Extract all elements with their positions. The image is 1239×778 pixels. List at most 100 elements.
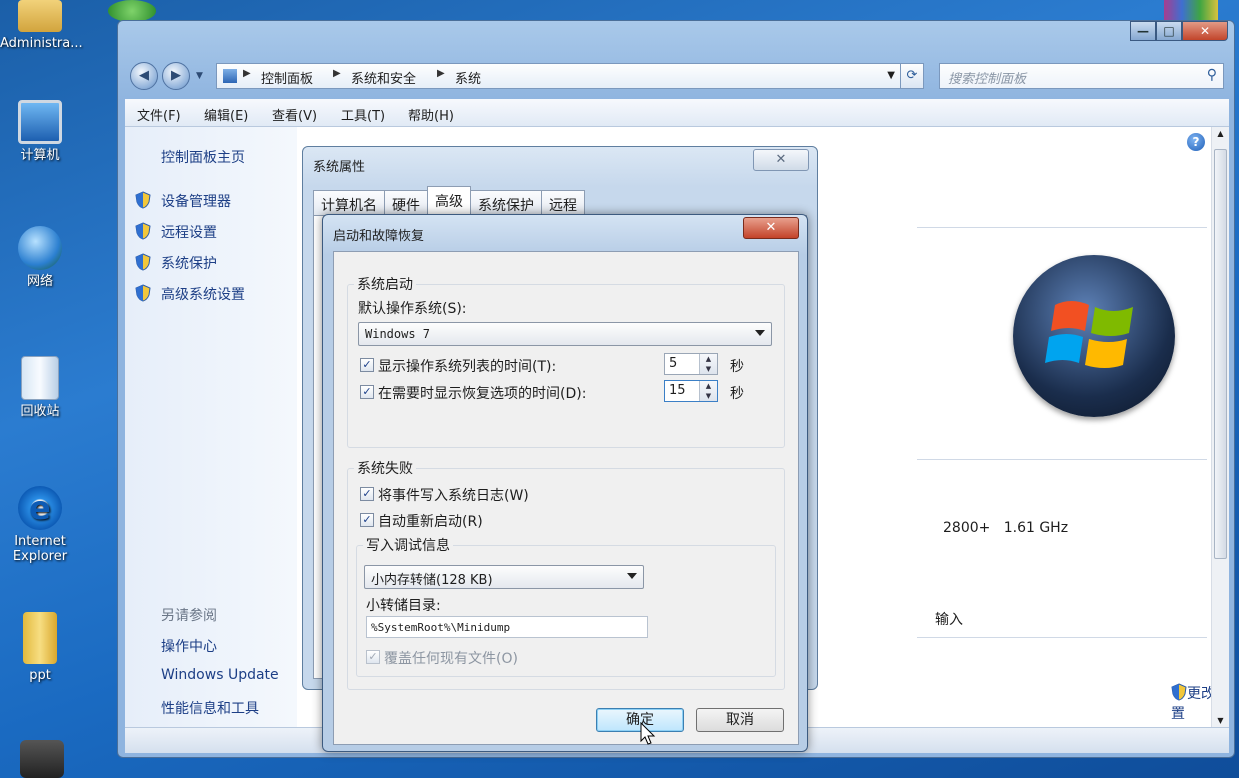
cancel-button[interactable]: 取消 [696,708,784,732]
write-event-label: 将事件写入系统日志(W) [378,488,529,504]
tab-system-protection[interactable]: 系统保护 [470,190,542,216]
debug-info-select[interactable]: 小内存转储(128 KB) [364,565,644,589]
shield-icon [135,191,151,209]
shield-icon [135,222,151,240]
desktop-icon-label: ppt [29,668,51,683]
seconds-unit: 秒 [730,386,744,402]
dialog-body: 系统启动 默认操作系统(S): Windows 7 ✓ 显示操作系统列表的时间(… [333,251,799,745]
input-text-fragment: 输入 [935,612,963,628]
link-advanced-system-settings[interactable]: 高级系统设置 [161,284,245,304]
close-button[interactable]: ✕ [753,149,809,171]
search-input[interactable]: 搜索控制面板 ⚲ [939,63,1224,89]
menu-bar: 文件(F) 编辑(E) 查看(V) 工具(T) 帮助(H) [125,99,1229,127]
auto-restart-label: 自动重新启动(R) [378,514,483,530]
tab-computer-name[interactable]: 计算机名 [313,190,385,216]
spin-up-icon[interactable]: ▲ [700,354,717,364]
desktop-icon-computer[interactable]: 计算机 [0,100,80,163]
breadcrumb-separator-icon[interactable]: ▶ [437,68,445,79]
link-remote-settings[interactable]: 远程设置 [161,222,217,242]
chevron-down-icon [627,573,637,579]
tab-advanced[interactable]: 高级 [427,186,471,216]
tab-hardware[interactable]: 硬件 [384,190,428,216]
divider [917,459,1207,460]
dialog-title: 启动和故障恢复 [333,229,425,244]
overwrite-checkbox[interactable]: ✓ [366,650,380,664]
network-globe-icon [18,226,62,270]
menu-file[interactable]: 文件(F) [137,105,181,124]
address-bar[interactable]: ▶ 控制面板 ▶ 系统和安全 ▶ 系统 ▼ [216,63,902,89]
menu-view[interactable]: 查看(V) [272,105,317,124]
breadcrumb-control-panel[interactable]: 控制面板 [261,68,313,87]
menu-tools[interactable]: 工具(T) [341,105,385,124]
forward-button[interactable]: ▶ [162,62,190,90]
debug-info-value: 小内存转储(128 KB) [371,573,493,588]
link-performance-info[interactable]: 性能信息和工具 [161,698,259,718]
breadcrumb-system-security[interactable]: 系统和安全 [351,68,416,87]
winrar-icon[interactable] [1164,0,1218,20]
camera-icon[interactable] [20,740,64,778]
menu-edit[interactable]: 编辑(E) [204,105,248,124]
default-os-value: Windows 7 [365,327,431,341]
close-button[interactable]: ✕ [1182,21,1228,41]
link-device-manager[interactable]: 设备管理器 [161,191,231,211]
show-recovery-value[interactable]: 15 [669,383,686,398]
show-os-list-spinner[interactable]: 5 ▲ ▼ [664,353,718,375]
help-icon[interactable]: ? [1187,133,1205,151]
show-recovery-checkbox[interactable]: ✓ [360,385,374,399]
spinner-buttons[interactable]: ▲ ▼ [699,381,717,401]
desktop-icon-administrator[interactable]: Administra... [0,0,83,51]
close-button[interactable]: ✕ [743,217,799,239]
spin-up-icon[interactable]: ▲ [700,381,717,391]
desktop-icon-internet-explorer[interactable]: e Internet Explorer [0,486,80,564]
spin-down-icon[interactable]: ▼ [700,364,717,374]
show-os-list-checkbox[interactable]: ✓ [360,358,374,372]
task-pane: 控制面板主页 设备管理器 远程设置 系统保护 高级系统设置 另请参阅 操作中心 … [125,127,297,727]
window-controls: — □ ✕ [1130,21,1228,41]
dump-dir-field[interactable]: %SystemRoot%\Minidump [366,616,648,638]
menu-help[interactable]: 帮助(H) [408,105,454,124]
default-os-select[interactable]: Windows 7 [358,322,772,346]
desktop-icon-recycle-bin[interactable]: 回收站 [0,356,80,419]
show-recovery-spinner[interactable]: 15 ▲ ▼ [664,380,718,402]
desktop-icon-label: 回收站 [20,404,60,419]
breadcrumb-separator-icon[interactable]: ▶ [333,68,341,79]
write-event-checkbox[interactable]: ✓ [360,487,374,501]
partial-desktop-icon[interactable] [108,0,156,22]
link-windows-update[interactable]: Windows Update [161,667,279,683]
back-button[interactable]: ◀ [130,62,158,90]
navigation-bar: ◀ ▶ ▼ ▶ 控制面板 ▶ 系统和安全 ▶ 系统 ▼ ⟳ 搜索控制面板 ⚲ [126,59,1226,93]
address-dropdown-icon[interactable]: ▼ [887,70,895,81]
scroll-down-icon[interactable]: ▼ [1212,716,1229,725]
recent-pages-icon[interactable]: ▼ [196,71,203,81]
overwrite-label: 覆盖任何现有文件(O) [384,651,518,667]
control-panel-icon [223,69,237,83]
breadcrumb-system[interactable]: 系统 [455,68,481,87]
desktop-icon-ppt[interactable]: ppt [0,612,80,683]
spin-down-icon[interactable]: ▼ [700,391,717,401]
maximize-button[interactable]: □ [1156,21,1182,41]
folder-icon [23,612,57,664]
refresh-button[interactable]: ⟳ [900,63,924,89]
link-control-panel-home[interactable]: 控制面板主页 [161,147,245,167]
internet-explorer-icon: e [18,486,62,530]
recycle-bin-icon [21,356,59,400]
search-icon[interactable]: ⚲ [1207,67,1217,83]
shield-icon [1171,683,1187,701]
processor-text: 2800+ 1.61 GHz [943,520,1069,536]
windows-logo [1013,255,1175,417]
tab-remote[interactable]: 远程 [541,190,585,216]
show-recovery-label: 在需要时显示恢复选项的时间(D): [378,386,587,402]
desktop-icon-network[interactable]: 网络 [0,226,80,289]
vertical-scrollbar[interactable]: ▲ ▼ [1211,127,1229,727]
link-action-center[interactable]: 操作中心 [161,636,217,656]
breadcrumb-separator-icon[interactable]: ▶ [243,68,251,79]
search-placeholder: 搜索控制面板 [948,72,1027,87]
seconds-unit: 秒 [730,359,744,375]
minimize-button[interactable]: — [1130,21,1156,41]
auto-restart-checkbox[interactable]: ✓ [360,513,374,527]
computer-icon [18,100,62,144]
link-system-protection[interactable]: 系统保护 [161,253,217,273]
scrollbar-thumb[interactable] [1214,149,1227,559]
scroll-up-icon[interactable]: ▲ [1212,129,1229,138]
spinner-buttons[interactable]: ▲ ▼ [699,354,717,374]
